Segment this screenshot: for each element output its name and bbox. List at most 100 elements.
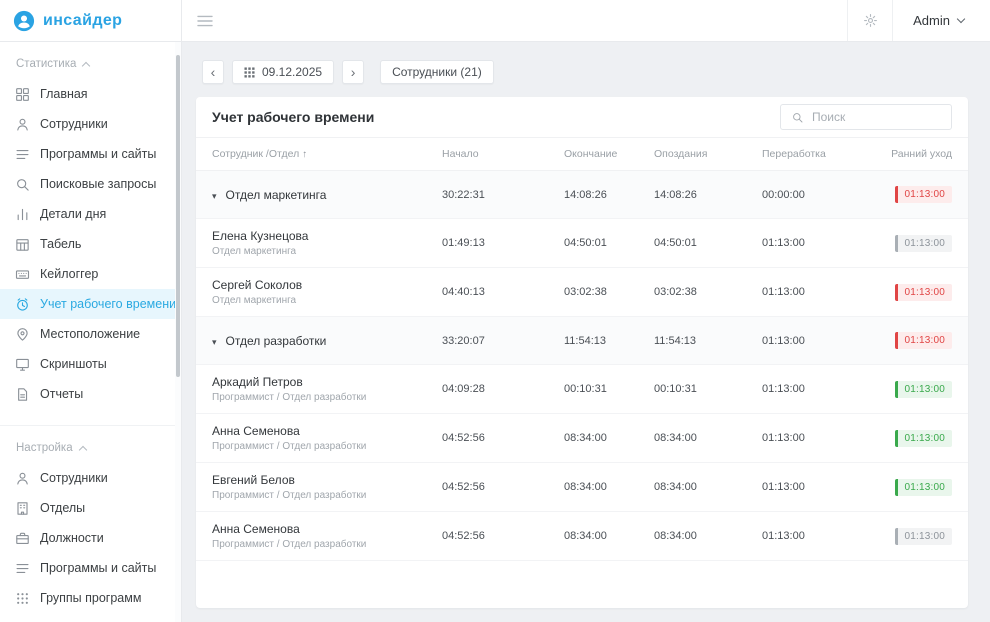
calendar-icon (14, 236, 30, 252)
column-header-overtime[interactable]: Переработка (762, 148, 834, 160)
user-name: Admin (913, 13, 950, 28)
sidebar-item[interactable]: Главная (0, 79, 181, 109)
employee-cell: Анна Семенова Программист / Отдел разрабо… (212, 424, 442, 452)
user-menu[interactable]: Admin (893, 0, 990, 41)
panel-header: Учет рабочего времени (196, 97, 968, 137)
end-time: 00:10:31 (564, 383, 654, 395)
end-time: 11:54:13 (564, 335, 654, 347)
start-time: 04:52:56 (442, 432, 564, 444)
sidebar-item-label: Программы и сайты (40, 147, 156, 161)
next-day-button[interactable]: › (342, 60, 364, 84)
sidebar-scrollbar-track[interactable] (175, 42, 181, 622)
table-group-row[interactable]: ▾Отдел разработки33:20:0711:54:1311:54:1… (196, 317, 968, 365)
toolbar: ‹ 09.12.2025 › Сотрудники (21) (202, 60, 968, 84)
dashboard-icon (14, 86, 30, 102)
table-row[interactable]: Анна Семенова Программист / Отдел разрабо… (196, 414, 968, 463)
table-row[interactable]: Евгений БеловПрограммист / Отдел разрабо… (196, 463, 968, 512)
worktime-panel: Учет рабочего времени Сотрудник /Отдел ↑… (196, 97, 968, 608)
person-icon (14, 116, 30, 132)
overtime: 01:13:00 (762, 237, 834, 249)
end-time: 03:02:38 (564, 286, 654, 298)
early-leave-badge: 01:13:00 (895, 381, 952, 398)
sidebar-item-label: Группы программ (40, 591, 141, 605)
employee-role: Программист / Отдел разработки (212, 441, 442, 452)
start-time: 04:52:56 (442, 530, 564, 542)
late-time: 11:54:13 (654, 335, 762, 347)
building-icon (14, 500, 30, 516)
gear-icon (863, 13, 878, 28)
start-time: 04:40:13 (442, 286, 564, 298)
search-input[interactable] (812, 110, 942, 124)
sidebar-section-title[interactable]: Статистика (0, 42, 181, 79)
column-header-start[interactable]: Начало (442, 148, 564, 160)
table-group-row[interactable]: ▾Отдел маркетинга30:22:3114:08:2614:08:2… (196, 171, 968, 219)
table-row[interactable]: Анна СеменоваПрограммист / Отдел разрабо… (196, 512, 968, 561)
start-time: 33:20:07 (442, 335, 564, 347)
location-icon (14, 326, 30, 342)
briefcase-icon (14, 530, 30, 546)
sidebar-item-label: Отделы (40, 501, 85, 515)
hamburger-icon (197, 15, 213, 27)
sidebar-item[interactable]: Поисковые запросы (0, 169, 181, 199)
sidebar-item[interactable]: Программы и сайты (0, 553, 181, 583)
start-time: 30:22:31 (442, 189, 564, 201)
start-time: 01:49:13 (442, 237, 564, 249)
sidebar-item-label: Местоположение (40, 327, 140, 341)
late-time: 14:08:26 (654, 189, 762, 201)
calendar-grid-icon (244, 67, 255, 78)
employee-name: Анна Семенова (212, 522, 442, 536)
collapse-triangle-icon[interactable]: ▾ (212, 337, 217, 347)
end-time: 04:50:01 (564, 237, 654, 249)
late-time: 03:02:38 (654, 286, 762, 298)
overtime: 00:00:00 (762, 189, 834, 201)
settings-button[interactable] (847, 0, 893, 41)
date-button[interactable]: 09.12.2025 (232, 60, 334, 84)
sidebar-item[interactable]: Учет рабочего времени (0, 289, 181, 319)
sidebar-item[interactable]: Детали дня (0, 199, 181, 229)
early-leave-badge: 01:13:00 (895, 430, 952, 447)
employee-name: Анна Семенова (212, 424, 442, 438)
collapse-triangle-icon[interactable]: ▾ (212, 191, 217, 201)
keyboard-icon (14, 266, 30, 282)
prev-day-button[interactable]: ‹ (202, 60, 224, 84)
sidebar-item[interactable]: Кейлоггер (0, 259, 181, 289)
table-row[interactable]: Сергей СоколовОтдел маркетинга04:40:1303… (196, 268, 968, 317)
sidebar-item-label: Программы и сайты (40, 561, 156, 575)
sidebar-item-label: Детали дня (40, 207, 106, 221)
sidebar-item[interactable]: Отчеты (0, 379, 181, 409)
employee-name: Сергей Соколов (212, 278, 442, 292)
sidebar-item[interactable]: Должности (0, 523, 181, 553)
sidebar-item-label: Скриншоты (40, 357, 107, 371)
sidebar-item[interactable]: Сотрудники (0, 463, 181, 493)
employee-cell: Сергей Соколов Отдел маркетинга (212, 278, 442, 306)
sidebar-item[interactable]: Программы и сайты (0, 139, 181, 169)
menu-toggle-button[interactable] (182, 0, 228, 41)
column-header-employee[interactable]: Сотрудник /Отдел ↑ (212, 148, 442, 160)
table-header: Сотрудник /Отдел ↑ Начало Окончание Опоз… (196, 137, 968, 171)
table-row[interactable]: Аркадий ПетровПрограммист / Отдел разраб… (196, 365, 968, 414)
sidebar-item-label: Поисковые запросы (40, 177, 156, 191)
sidebar-section-title[interactable]: Настройка (0, 426, 181, 463)
table-row[interactable]: Елена КузнецоваОтдел маркетинга01:49:130… (196, 219, 968, 268)
sidebar-item[interactable]: Группы программ (0, 583, 181, 613)
sidebar-item[interactable]: Скриншоты (0, 349, 181, 379)
monitor-icon (14, 356, 30, 372)
sidebar-item[interactable]: Сотрудники (0, 109, 181, 139)
column-header-late[interactable]: Опоздания (654, 148, 762, 160)
column-header-end[interactable]: Окончание (564, 148, 654, 160)
sidebar-scrollbar-thumb[interactable] (176, 55, 180, 377)
sidebar-item-label: Учет рабочего времени (40, 297, 176, 311)
employee-role: Отдел маркетинга (212, 295, 442, 306)
sidebar-item[interactable]: Отделы (0, 493, 181, 523)
sidebar-nav: СтатистикаГлавнаяСотрудникиПрограммы и с… (0, 42, 181, 613)
early-leave-badge: 01:13:00 (895, 479, 952, 496)
sidebar-item[interactable]: Местоположение (0, 319, 181, 349)
table-body: ▾Отдел маркетинга30:22:3114:08:2614:08:2… (196, 171, 968, 608)
list-icon (14, 146, 30, 162)
page-title: Учет рабочего времени (212, 109, 374, 125)
column-header-early-leave[interactable]: Ранний уход (834, 148, 952, 160)
employees-filter-button[interactable]: Сотрудники (21) (380, 60, 494, 84)
late-time: 08:34:00 (654, 481, 762, 493)
sidebar-item[interactable]: Табель (0, 229, 181, 259)
brand-logo[interactable]: инсайдер (0, 0, 182, 41)
